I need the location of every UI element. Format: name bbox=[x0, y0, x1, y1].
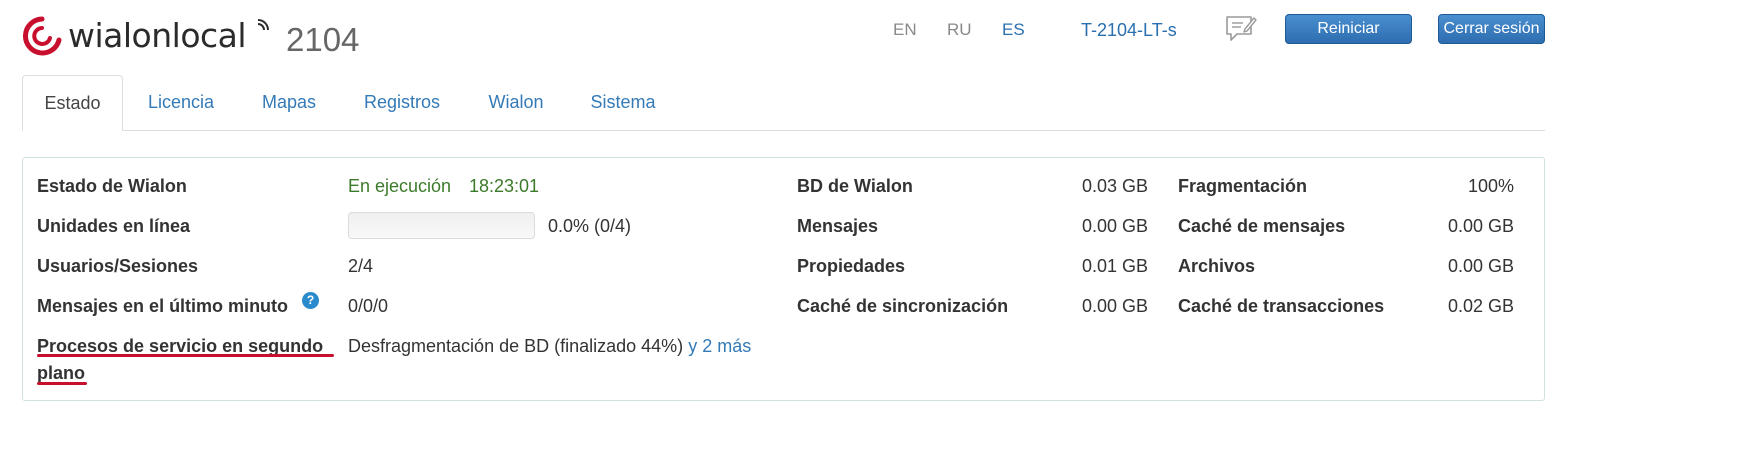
background-process-text: Desfragmentación de BD (finalizado 44%) bbox=[348, 336, 684, 356]
units-online-value: 0.0% (0/4) bbox=[548, 216, 632, 236]
lang-en[interactable]: EN bbox=[893, 20, 917, 40]
files-value: 0.00 GB bbox=[1447, 256, 1514, 276]
more-processes-link[interactable]: y 2 más bbox=[688, 336, 751, 356]
host-name[interactable]: T-2104-LT-s bbox=[1081, 19, 1177, 41]
transaction-cache-label: Caché de transacciones bbox=[1178, 296, 1385, 316]
tab-sistema[interactable]: Sistema bbox=[580, 75, 666, 131]
highlight-underline bbox=[37, 354, 334, 357]
db-properties-label: Propiedades bbox=[797, 256, 906, 276]
db-sync-cache-value: 0.00 GB bbox=[1081, 296, 1148, 316]
messages-last-minute-value: 0/0/0 bbox=[348, 296, 389, 316]
db-messages-value: 0.00 GB bbox=[1081, 216, 1148, 236]
background-processes-value: Desfragmentación de BD (finalizado 44%) … bbox=[348, 335, 751, 357]
highlight-underline-line2 bbox=[37, 382, 87, 385]
tab-mapas[interactable]: Mapas bbox=[250, 75, 328, 131]
files-label: Archivos bbox=[1178, 256, 1256, 276]
transaction-cache-value: 0.02 GB bbox=[1447, 296, 1514, 316]
units-online-progress bbox=[348, 212, 535, 239]
message-cache-label: Caché de mensajes bbox=[1178, 216, 1346, 236]
message-cache-value: 0.00 GB bbox=[1447, 216, 1514, 236]
lang-es[interactable]: ES bbox=[1002, 20, 1025, 40]
db-properties-value: 0.01 GB bbox=[1081, 256, 1148, 276]
lang-ru[interactable]: RU bbox=[947, 20, 972, 40]
units-online-label: Unidades en línea bbox=[37, 216, 191, 236]
logo-text: wialonlocal bbox=[68, 16, 247, 55]
fragmentation-label: Fragmentación bbox=[1178, 176, 1308, 196]
users-sessions-value: 2/4 bbox=[348, 256, 374, 276]
chat-edit-icon[interactable] bbox=[1225, 14, 1257, 44]
wialon-local-logo[interactable]: wialonlocal bbox=[22, 16, 269, 56]
db-messages-label: Mensajes bbox=[797, 216, 879, 236]
help-icon[interactable]: ? bbox=[302, 292, 319, 309]
wialon-logo-icon bbox=[23, 16, 62, 56]
tab-licencia[interactable]: Licencia bbox=[134, 75, 228, 131]
messages-last-minute-label: Mensajes en el último minuto bbox=[37, 296, 289, 316]
restart-button[interactable]: Reiniciar bbox=[1285, 14, 1412, 44]
background-processes-label-line2: plano bbox=[37, 363, 85, 383]
tab-registros[interactable]: Registros bbox=[352, 75, 452, 131]
db-wialon-label: BD de Wialon bbox=[797, 176, 913, 196]
tab-wialon[interactable]: Wialon bbox=[476, 75, 556, 131]
db-wialon-value: 0.03 GB bbox=[1081, 176, 1148, 196]
tab-estado[interactable]: Estado bbox=[22, 75, 123, 131]
wialon-state-value: En ejecución bbox=[348, 176, 452, 196]
logout-button[interactable]: Cerrar sesión bbox=[1438, 14, 1545, 44]
status-panel bbox=[22, 157, 1545, 401]
wialon-state-label: Estado de Wialon bbox=[37, 176, 187, 196]
users-sessions-label: Usuarios/Sesiones bbox=[37, 256, 199, 276]
signal-arc-icon bbox=[257, 19, 269, 31]
db-sync-cache-label: Caché de sincronización bbox=[797, 296, 1009, 316]
fragmentation-value: 100% bbox=[1467, 176, 1514, 196]
wialon-uptime: 18:23:01 bbox=[469, 176, 540, 196]
main-tabs: Estado Licencia Mapas Registros Wialon S… bbox=[22, 75, 1545, 131]
version-number: 2104 bbox=[286, 21, 360, 58]
